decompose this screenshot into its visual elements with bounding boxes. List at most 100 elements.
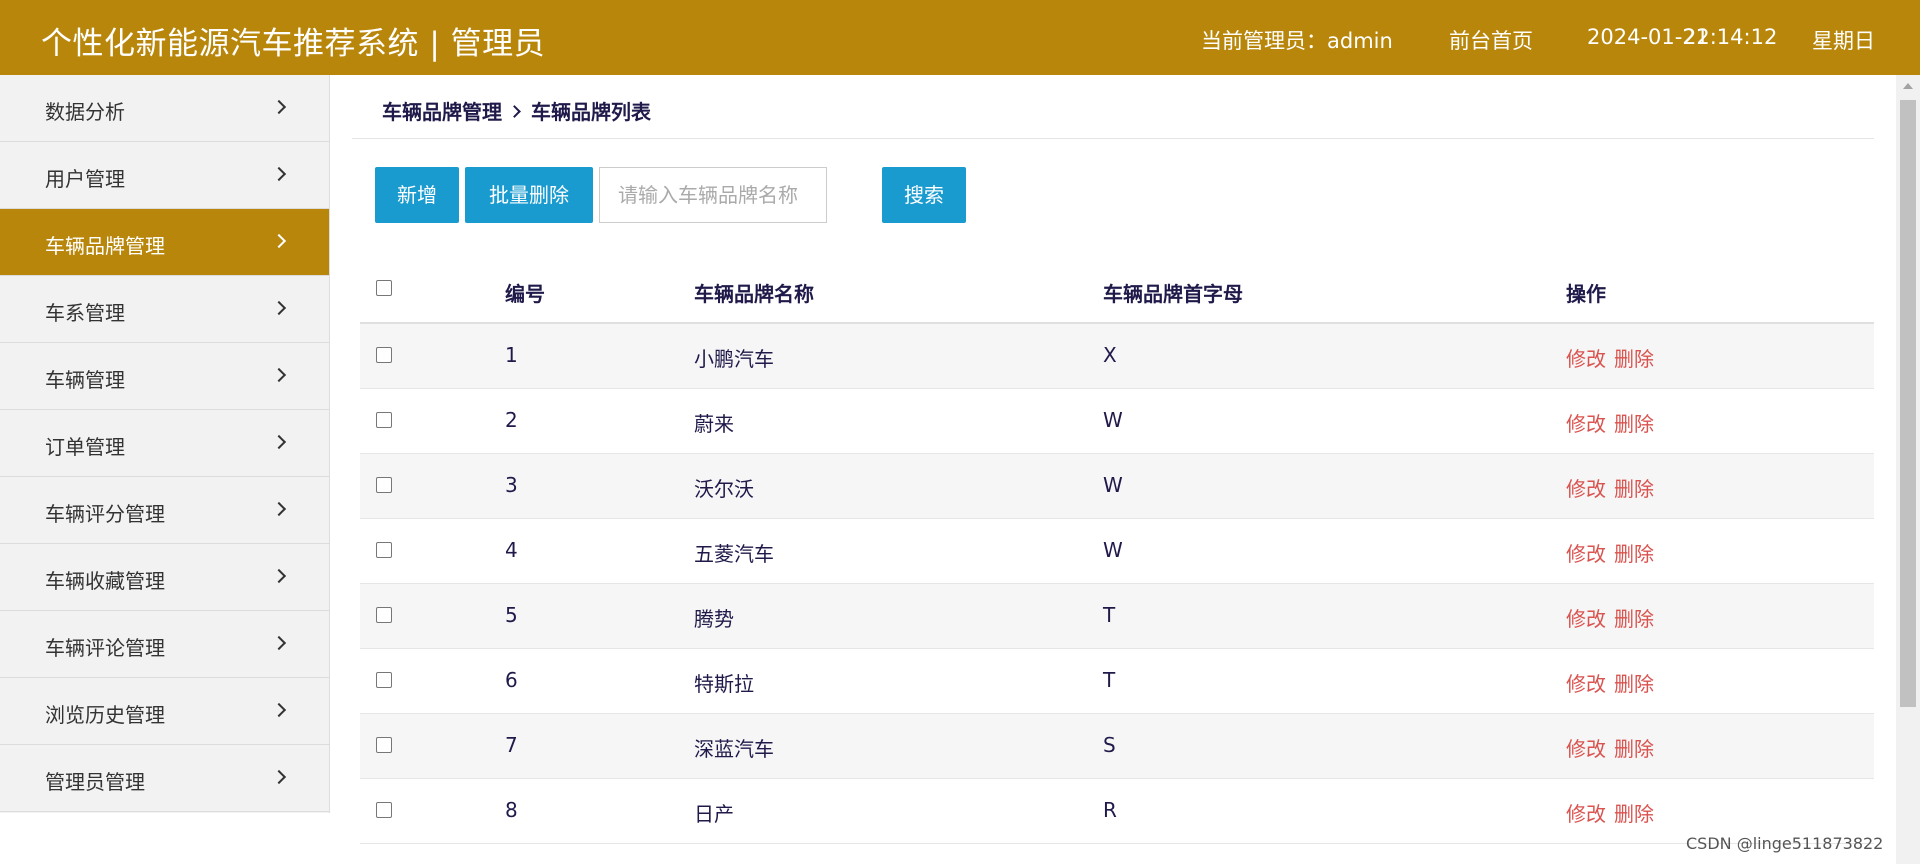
chevron-right-icon [271,300,287,316]
row-checkbox[interactable] [376,607,392,623]
main-content: 车辆品牌管理 车辆品牌列表 新增 批量删除 搜索 编号 车辆品牌名称 车辆品牌首字… [352,75,1874,864]
cell-name: 特斯拉 [694,672,754,696]
sidebar-item-favorites-management[interactable]: 车辆收藏管理 [0,544,329,611]
breadcrumb-current: 车辆品牌列表 [531,100,651,124]
column-header-id: 编号 [505,282,545,306]
top-header: 个性化新能源汽车推荐系统 | 管理员 当前管理员：admin 前台首页 2024… [0,0,1920,75]
current-time: 22:14:12 [1683,25,1778,49]
table-row: 8 日产 R 修改 删除 [360,779,1874,844]
search-button[interactable]: 搜索 [882,167,966,223]
edit-link[interactable]: 修改 [1566,737,1606,761]
delete-link[interactable]: 删除 [1614,542,1654,566]
cell-letter: T [1103,668,1116,692]
search-input[interactable] [599,167,827,223]
table-row: 7 深蓝汽车 S 修改 删除 [360,714,1874,779]
watermark: CSDN @linge511873822 [1686,834,1884,853]
cell-name: 深蓝汽车 [694,737,774,761]
table-row: 3 沃尔沃 W 修改 删除 [360,454,1874,519]
row-checkbox[interactable] [376,542,392,558]
column-header-actions: 操作 [1566,282,1606,306]
delete-link[interactable]: 删除 [1614,802,1654,826]
delete-link[interactable]: 删除 [1614,607,1654,631]
cell-letter: W [1103,408,1123,432]
cell-id: 1 [505,343,518,367]
cell-letter: S [1103,733,1116,757]
edit-link[interactable]: 修改 [1566,607,1606,631]
chevron-right-icon [271,166,287,182]
sidebar-item-label: 订单管理 [45,435,125,459]
cell-name: 小鹏汽车 [694,347,774,371]
delete-link[interactable]: 删除 [1614,412,1654,436]
batch-delete-button[interactable]: 批量删除 [465,167,593,223]
sidebar-item-user-management[interactable]: 用户管理 [0,142,329,209]
cell-actions: 修改 删除 [1566,343,1662,372]
sidebar-item-comment-management[interactable]: 车辆评论管理 [0,611,329,678]
sidebar-item-brand-management[interactable]: 车辆品牌管理 [0,209,329,276]
cell-id: 2 [505,408,518,432]
cell-letter: T [1103,603,1116,627]
sidebar-item-rating-management[interactable]: 车辆评分管理 [0,477,329,544]
sidebar-item-series-management[interactable]: 车系管理 [0,276,329,343]
row-checkbox[interactable] [376,477,392,493]
edit-link[interactable]: 修改 [1566,672,1606,696]
cell-id: 3 [505,473,518,497]
chevron-right-icon [271,99,287,115]
divider [352,138,1874,139]
scroll-up-arrow-icon[interactable] [1903,83,1913,89]
delete-link[interactable]: 删除 [1614,347,1654,371]
table-row: 2 蔚来 W 修改 删除 [360,389,1874,454]
scrollbar-thumb[interactable] [1900,100,1916,707]
delete-link[interactable]: 删除 [1614,737,1654,761]
cell-actions: 修改 删除 [1566,733,1662,762]
frontend-home-link[interactable]: 前台首页 [1449,25,1533,55]
column-header-name: 车辆品牌名称 [694,282,814,306]
cell-id: 7 [505,733,518,757]
sidebar: 数据分析 用户管理 车辆品牌管理 车系管理 车辆管理 订单管理 车辆评分管理 车… [0,75,330,813]
chevron-right-icon [271,501,287,517]
sidebar-item-order-management[interactable]: 订单管理 [0,410,329,477]
sidebar-item-label: 数据分析 [45,100,125,124]
chevron-right-icon [271,568,287,584]
chevron-right-icon [271,635,287,651]
cell-name: 五菱汽车 [694,542,774,566]
cell-actions: 修改 删除 [1566,668,1662,697]
cell-name: 蔚来 [694,412,734,436]
edit-link[interactable]: 修改 [1566,802,1606,826]
sidebar-item-label: 车辆管理 [45,368,125,392]
cell-name: 腾势 [694,607,734,631]
table-header: 编号 车辆品牌名称 车辆品牌首字母 操作 [360,255,1874,324]
sidebar-item-history-management[interactable]: 浏览历史管理 [0,678,329,745]
chevron-right-icon [271,434,287,450]
column-header-letter: 车辆品牌首字母 [1103,282,1243,306]
breadcrumb-parent[interactable]: 车辆品牌管理 [382,100,502,124]
row-checkbox[interactable] [376,672,392,688]
edit-link[interactable]: 修改 [1566,542,1606,566]
row-checkbox[interactable] [376,412,392,428]
row-checkbox[interactable] [376,802,392,818]
row-checkbox[interactable] [376,737,392,753]
sidebar-item-admin-management[interactable]: 管理员管理 [0,745,329,812]
sidebar-item-label: 管理员管理 [45,770,145,794]
edit-link[interactable]: 修改 [1566,477,1606,501]
sidebar-item-vehicle-management[interactable]: 车辆管理 [0,343,329,410]
vertical-scrollbar[interactable] [1896,75,1920,864]
row-checkbox[interactable] [376,347,392,363]
edit-link[interactable]: 修改 [1566,347,1606,371]
cell-letter: W [1103,538,1123,562]
delete-link[interactable]: 删除 [1614,672,1654,696]
cell-letter: R [1103,798,1117,822]
cell-letter: W [1103,473,1123,497]
edit-link[interactable]: 修改 [1566,412,1606,436]
add-button[interactable]: 新增 [375,167,459,223]
cell-name: 沃尔沃 [694,477,754,501]
delete-link[interactable]: 删除 [1614,477,1654,501]
select-all-checkbox[interactable] [376,280,392,296]
sidebar-item-label: 车系管理 [45,301,125,325]
cell-actions: 修改 删除 [1566,538,1662,567]
chevron-right-icon [271,367,287,383]
sidebar-item-label: 浏览历史管理 [45,703,165,727]
sidebar-item-data-analysis[interactable]: 数据分析 [0,75,329,142]
sidebar-item-label: 车辆收藏管理 [45,569,165,593]
cell-name: 日产 [694,802,734,826]
chevron-right-icon [271,769,287,785]
